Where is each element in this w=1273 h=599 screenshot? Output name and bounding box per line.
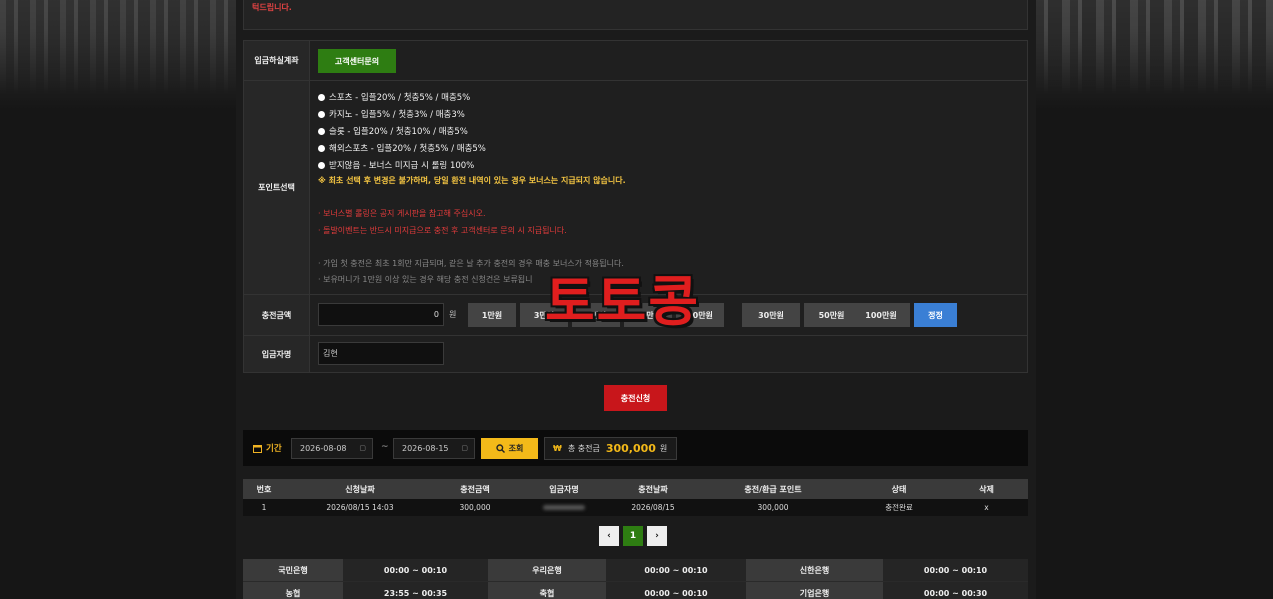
- label-charge-amount: 충전금액: [244, 295, 310, 335]
- label-deposit-account: 입금하실계좌: [244, 41, 310, 80]
- history-table: 번호 신청날짜 충전금액 입금자명 충전날짜 충전/환급 포인트 상태 삭제 1…: [243, 479, 1028, 516]
- bank-time: 00:00 ~ 00:30: [883, 582, 1028, 599]
- row-charge-date: 2026/08/15: [631, 503, 675, 512]
- row-depositor: 입금자명 김현: [244, 336, 1027, 372]
- history-header: 번호 신청날짜 충전금액 입금자명 충전날짜 충전/환급 포인트 상태 삭제: [243, 479, 1028, 499]
- col-request-date: 신청날짜: [345, 484, 375, 494]
- period-label: 기간: [253, 442, 282, 454]
- radio-icon[interactable]: [318, 110, 325, 118]
- bank-time: 00:00 ~ 00:10: [343, 559, 488, 581]
- col-charge-date: 충전날짜: [638, 484, 668, 494]
- background-city-right: [1028, 0, 1273, 95]
- bank-time: 00:00 ~ 00:10: [606, 559, 746, 581]
- note-red-1: · 보너스별 롤링은 공지 게시판을 참고해 주십시오.: [318, 209, 486, 218]
- row-no: 1: [261, 503, 267, 512]
- point-warning: ※ 최초 선택 후 변경은 불가하며, 당일 환전 내역이 있는 경우 보너스는…: [318, 176, 626, 185]
- bank-name: 농협: [243, 582, 343, 599]
- point-option-overseas-sports[interactable]: 해외스포츠 - 입플20% / 첫충5% / 매충5%: [318, 142, 486, 154]
- col-no: 번호: [256, 484, 272, 494]
- won-icon: ₩: [553, 444, 562, 453]
- deposit-account-cell: 고객센터문의: [310, 41, 1027, 80]
- bank-time: 00:00 ~ 00:10: [883, 559, 1028, 581]
- search-icon: [495, 444, 505, 453]
- date-separator: ~: [381, 442, 389, 452]
- col-depositor: 입금자명: [549, 484, 579, 494]
- redaction-mark: [543, 505, 585, 510]
- bank-maintenance-table: 국민은행 00:00 ~ 00:10 우리은행 00:00 ~ 00:10 신한…: [243, 559, 1028, 599]
- bank-name: 기업은행: [746, 582, 883, 599]
- calendar-picker-icon[interactable]: ▢: [359, 439, 366, 458]
- page-1-button[interactable]: 1: [623, 526, 643, 546]
- radio-icon[interactable]: [318, 144, 325, 152]
- top-notice-box: 턱드립니다.: [243, 0, 1028, 30]
- row-status: 충전완료: [885, 503, 913, 512]
- point-option-casino[interactable]: 카지노 - 입플5% / 첫충3% / 매충3%: [318, 108, 465, 120]
- col-delete: 삭제: [979, 484, 994, 494]
- point-option-slot[interactable]: 슬롯 - 입플20% / 첫충10% / 매충5%: [318, 125, 468, 137]
- calendar-icon: [253, 444, 262, 453]
- radio-icon[interactable]: [318, 161, 325, 169]
- date-from-input[interactable]: 2026-08-08 ▢: [291, 438, 373, 459]
- pagination: ‹ 1 ›: [599, 526, 667, 546]
- prev-page-button[interactable]: ‹: [599, 526, 619, 546]
- charge-amount-input[interactable]: 0: [318, 303, 444, 326]
- row-points: 300,000: [757, 503, 789, 512]
- amount-button-10k[interactable]: 1만원: [468, 303, 516, 327]
- label-point-select: 포인트선택: [244, 81, 310, 294]
- history-filter-bar: 기간 2026-08-08 ▢ ~ 2026-08-15 ▢ 조회 ₩ 총 충전금 …: [243, 430, 1028, 466]
- note-red-2: · 돌발이벤트는 반드시 미지급으로 충전 후 고객센터로 문의 시 지급됩니다…: [318, 226, 567, 235]
- charge-submit-button[interactable]: 충전신청: [604, 385, 667, 411]
- total-charge-value: 300,000: [605, 442, 656, 455]
- search-button[interactable]: 조회: [481, 438, 538, 459]
- amount-button-500k[interactable]: 50만원: [804, 303, 859, 327]
- bank-row: 농협 23:55 ~ 00:35 축협 00:00 ~ 00:10 기업은행 0…: [243, 582, 1028, 599]
- amount-button-300k[interactable]: 30만원: [742, 303, 800, 327]
- total-charge-box: ₩ 총 충전금 300,000 원: [544, 437, 677, 460]
- depositor-cell: 김현: [310, 336, 1027, 372]
- col-status: 상태: [891, 484, 907, 494]
- top-notice-text: 턱드립니다.: [252, 3, 292, 12]
- row-delete-button[interactable]: x: [945, 503, 1028, 512]
- bank-time: 23:55 ~ 00:35: [343, 582, 488, 599]
- amount-button-1m[interactable]: 100만원: [852, 303, 910, 327]
- bank-name: 국민은행: [243, 559, 343, 581]
- customer-center-button[interactable]: 고객센터문의: [318, 49, 396, 73]
- total-charge-unit: 원: [659, 444, 668, 453]
- won-unit: 원: [449, 310, 457, 319]
- bank-name: 축협: [488, 582, 606, 599]
- bank-name: 신한은행: [746, 559, 883, 581]
- col-points: 충전/환급 포인트: [744, 484, 802, 494]
- row-amount: 300,000: [459, 503, 491, 512]
- next-page-button[interactable]: ›: [647, 526, 667, 546]
- depositor-input[interactable]: 김현: [318, 342, 444, 365]
- date-to-input[interactable]: 2026-08-15 ▢: [393, 438, 475, 459]
- col-amount: 충전금액: [460, 484, 490, 494]
- row-depositor-redacted: [515, 503, 613, 512]
- bank-row: 국민은행 00:00 ~ 00:10 우리은행 00:00 ~ 00:10 신한…: [243, 559, 1028, 582]
- watermark-logo: 토토콩: [545, 270, 701, 333]
- background-city-left: [0, 0, 236, 95]
- reset-button[interactable]: 정정: [914, 303, 957, 327]
- bank-name: 우리은행: [488, 559, 606, 581]
- point-option-sports[interactable]: 스포츠 - 입플20% / 첫충5% / 매충5%: [318, 91, 470, 103]
- row-deposit-account: 입금하실계좌 고객센터문의: [244, 41, 1027, 81]
- bank-time: 00:00 ~ 00:10: [606, 582, 746, 599]
- radio-icon[interactable]: [318, 93, 325, 101]
- note-gray-2: · 보유머니가 1만원 이상 있는 경우 해당 충전 신청건은 보류됩니: [318, 275, 533, 284]
- table-row: 1 2026/08/15 14:03 300,000 2026/08/15 30…: [243, 499, 1028, 516]
- radio-icon[interactable]: [318, 127, 325, 135]
- point-option-none[interactable]: 받지않음 - 보너스 미지급 시 롤링 100%: [318, 159, 474, 171]
- total-charge-label: 총 충전금: [567, 444, 600, 453]
- label-depositor: 입금자명: [244, 336, 310, 372]
- calendar-picker-icon[interactable]: ▢: [461, 439, 468, 458]
- row-request-date: 2026/08/15 14:03: [326, 503, 394, 512]
